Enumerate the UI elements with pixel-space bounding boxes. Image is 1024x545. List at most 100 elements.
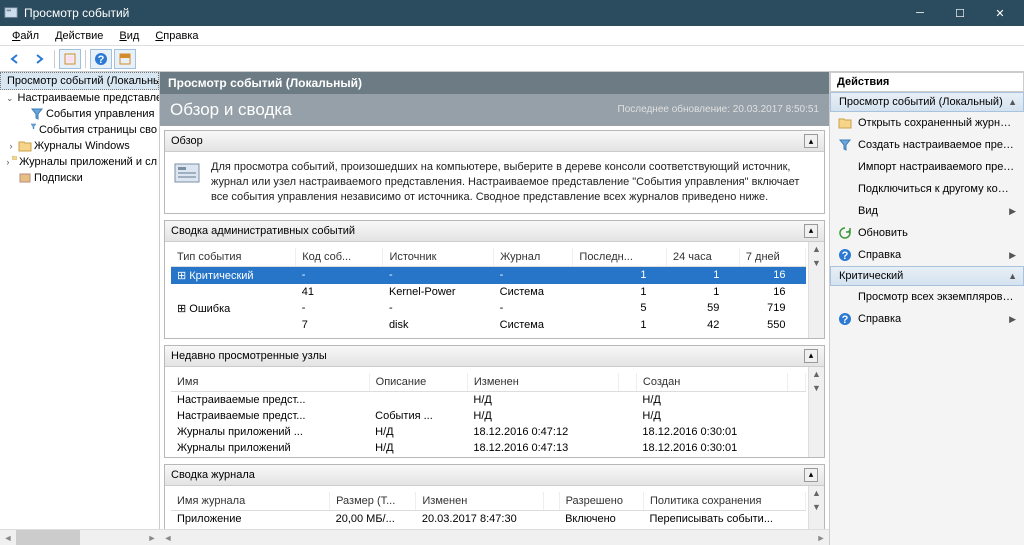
scrollbar[interactable]: ▲▼	[808, 486, 824, 529]
action-item[interactable]: Обновить	[830, 222, 1024, 244]
table-cell: 7	[296, 317, 383, 333]
expand-icon[interactable]: ⌄	[6, 93, 14, 104]
panel-header[interactable]: Сводка административных событий ▴	[165, 221, 824, 242]
action-item[interactable]: Импорт настраиваемого предста...	[830, 156, 1024, 178]
collapse-icon[interactable]: ▴	[804, 349, 818, 363]
tree-page-events[interactable]: События страницы сво	[0, 122, 159, 138]
actions-section-1[interactable]: Просмотр событий (Локальный) ▲	[830, 92, 1024, 112]
actions-header: Действия	[830, 72, 1024, 92]
action-item[interactable]: ?Справка▶	[830, 244, 1024, 266]
expand-icon[interactable]: ›	[6, 157, 10, 167]
column-header[interactable]: Журнал	[494, 248, 573, 267]
column-header[interactable]: 24 часа	[667, 248, 740, 267]
nav-forward-button[interactable]	[28, 49, 50, 69]
table-cell: 18.12.2016 0:47:12	[416, 527, 544, 529]
minimize-button[interactable]: ─	[900, 0, 940, 26]
table-row[interactable]: Настраиваемые предст...Н/ДН/Д	[171, 391, 806, 408]
action-item[interactable]: Просмотр всех экземпляров этог...	[830, 286, 1024, 308]
subtitle: Обзор и сводка	[160, 94, 608, 126]
menu-action[interactable]: Действие	[47, 28, 111, 44]
table-row[interactable]: 7diskСистема142550	[171, 317, 806, 333]
panel-header[interactable]: Обзор ▴	[165, 131, 824, 152]
tree-label: События страницы сво	[39, 124, 157, 136]
tree-root[interactable]: Просмотр событий (Локальный	[0, 72, 159, 90]
tree-subscriptions[interactable]: Подписки	[0, 170, 159, 186]
column-header[interactable]: Тип события	[171, 248, 296, 267]
toolbar-button-1[interactable]	[59, 49, 81, 69]
column-header[interactable]: Размер (Т...	[330, 492, 416, 511]
action-label: Просмотр всех экземпляров этог...	[858, 291, 1016, 303]
expand-icon[interactable]: ⊞	[177, 303, 186, 315]
window-title: Просмотр событий	[24, 6, 900, 20]
table-row[interactable]: 41Kernel-PowerСистема1116	[171, 284, 806, 300]
tree-label: События управления	[46, 108, 154, 120]
table-cell: -	[383, 266, 494, 284]
column-header[interactable]: Описание	[369, 373, 467, 392]
column-header[interactable]: Имя	[171, 373, 369, 392]
table-row[interactable]: События оборудования68 КБ/20 ...18.12.20…	[171, 527, 806, 529]
table-row[interactable]: Журналы приложенийН/Д18.12.2016 0:47:131…	[171, 440, 806, 456]
close-button[interactable]: ✕	[980, 0, 1020, 26]
menu-help[interactable]: Справка	[147, 28, 206, 44]
table-row[interactable]: ⊞ Ошибка---559719	[171, 300, 806, 317]
column-header[interactable]: Имя журнала	[171, 492, 330, 511]
table-row[interactable]: Настраиваемые предст...События ...Н/ДН/Д	[171, 408, 806, 424]
collapse-icon[interactable]: ▴	[804, 468, 818, 482]
scrollbar[interactable]: ▲▼	[808, 242, 824, 338]
column-header[interactable]	[787, 373, 805, 392]
filter-icon	[30, 123, 37, 137]
column-header[interactable]: Последн...	[573, 248, 667, 267]
action-label: Импорт настраиваемого предста...	[858, 161, 1016, 173]
tree-app-logs[interactable]: › Журналы приложений и сл	[0, 154, 159, 170]
table-row[interactable]: ⊞ Критический---1116	[171, 266, 806, 284]
action-item[interactable]: Создать настраиваемое предста...	[830, 134, 1024, 156]
panel-header[interactable]: Недавно просмотренные узлы ▴	[165, 346, 824, 367]
column-header[interactable]: Политика сохранения	[644, 492, 806, 511]
menu-file[interactable]: Файл	[4, 28, 47, 44]
table-cell: Н/Д	[467, 391, 618, 408]
expand-icon[interactable]: ⊞	[177, 270, 186, 282]
action-item[interactable]: Вид▶	[830, 200, 1024, 222]
table-cell	[618, 424, 636, 440]
column-header[interactable]	[618, 373, 636, 392]
action-item[interactable]: Открыть сохраненный журнал...	[830, 112, 1024, 134]
actions-section-2[interactable]: Критический ▲	[830, 266, 1024, 286]
action-item[interactable]: Подключиться к другому компь...	[830, 178, 1024, 200]
table-cell: Настраиваемые предст...	[171, 391, 369, 408]
table-row[interactable]: Журналы приложений ...Н/Д18.12.2016 0:47…	[171, 424, 806, 440]
expand-icon[interactable]: ›	[6, 141, 16, 151]
last-updated: Последнее обновление: 20.03.2017 8:50:51	[608, 94, 829, 126]
scrollbar[interactable]: ▲▼	[808, 367, 824, 457]
collapse-icon[interactable]: ▴	[804, 224, 818, 238]
panel-header[interactable]: Сводка журнала ▴	[165, 465, 824, 486]
app-icon	[4, 6, 18, 20]
column-header[interactable]: Изменен	[467, 373, 618, 392]
maximize-button[interactable]: ☐	[940, 0, 980, 26]
separator	[54, 50, 55, 68]
column-header[interactable]: Изменен	[416, 492, 544, 511]
table-cell: -	[296, 300, 383, 317]
table-row[interactable]: Приложение20,00 МБ/...20.03.2017 8:47:30…	[171, 510, 806, 527]
table-cell	[787, 408, 805, 424]
tree-hscroll[interactable]: ◄►	[0, 529, 160, 545]
help-button[interactable]: ?	[90, 49, 112, 69]
column-header[interactable]: Источник	[383, 248, 494, 267]
collapse-icon[interactable]: ▴	[804, 134, 818, 148]
tree-windows-logs[interactable]: › Журналы Windows	[0, 138, 159, 154]
toolbar-button-2[interactable]	[114, 49, 136, 69]
menu-view[interactable]: Вид	[111, 28, 147, 44]
table-cell: События оборудования	[171, 527, 330, 529]
column-header[interactable]: Создан	[636, 373, 787, 392]
table-cell: Журналы приложений ...	[171, 424, 369, 440]
tree-label: Настраиваемые представле	[18, 92, 160, 104]
action-item[interactable]: ?Справка▶	[830, 308, 1024, 330]
column-header[interactable]: Код соб...	[296, 248, 383, 267]
column-header[interactable]: 7 дней	[739, 248, 805, 267]
column-header[interactable]: Разрешено	[559, 492, 643, 511]
nav-back-button[interactable]	[4, 49, 26, 69]
tree-admin-events[interactable]: События управления	[0, 106, 159, 122]
center-hscroll[interactable]: ◄►	[160, 529, 829, 545]
table-cell	[544, 510, 560, 527]
column-header[interactable]	[544, 492, 560, 511]
tree-custom-views[interactable]: ⌄ Настраиваемые представле	[0, 90, 159, 106]
